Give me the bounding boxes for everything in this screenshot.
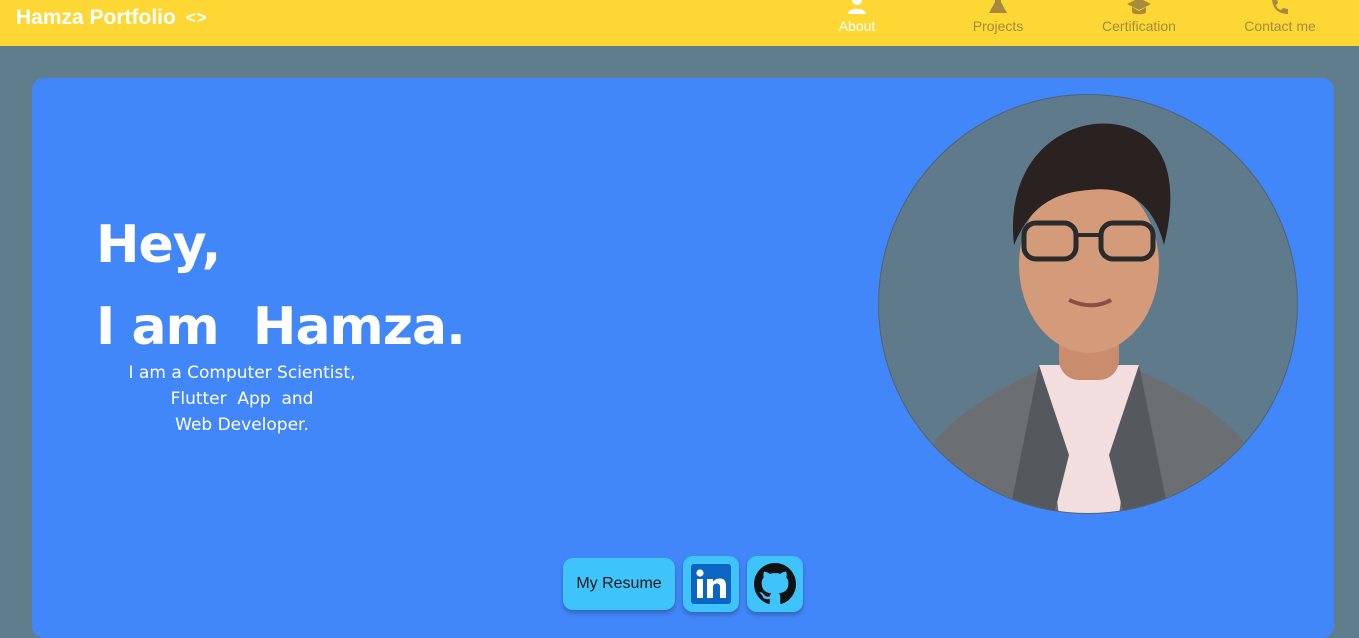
github-icon	[754, 563, 796, 604]
nav-contact[interactable]: Contact me	[1220, 0, 1340, 46]
hero-actions: My Resume	[563, 556, 803, 612]
nav-about-label: About	[838, 18, 876, 34]
hero-line-hey: Hey,	[96, 215, 221, 275]
nav-contact-label: Contact me	[1244, 18, 1316, 34]
my-resume-button[interactable]: My Resume	[563, 558, 675, 610]
phone-icon	[1272, 0, 1288, 14]
github-button[interactable]	[747, 556, 803, 612]
nav-certification-label: Certification	[1102, 18, 1176, 34]
app-bar: Hamza Portfolio <> About Projects Certif…	[0, 0, 1359, 46]
linkedin-button[interactable]	[683, 556, 739, 612]
brand-title: Hamza Portfolio	[16, 6, 176, 29]
code-icon: <>	[185, 8, 208, 27]
graduation-cap-icon	[1127, 0, 1151, 15]
hero-heading: Hey, I am Hamza.	[96, 204, 466, 368]
hero-card: Hey, I am Hamza. I am a Computer Scienti…	[32, 78, 1334, 638]
tagline-line-1: I am a Computer Scientist,	[128, 363, 356, 383]
person-icon	[848, 0, 866, 14]
nav-certification[interactable]: Certification	[1079, 0, 1199, 46]
profile-photo-illustration	[899, 123, 1279, 513]
nav-about[interactable]: About	[797, 0, 917, 46]
nav-projects[interactable]: Projects	[938, 0, 1058, 46]
linkedin-icon	[691, 564, 731, 604]
profile-photo	[878, 94, 1298, 514]
hero-tagline: I am a Computer Scientist, Flutter App a…	[112, 360, 372, 438]
tagline-line-3: Web Developer.	[175, 415, 309, 435]
nav-projects-label: Projects	[972, 18, 1024, 34]
tagline-line-2: Flutter App and	[170, 389, 314, 409]
hero-line-name: I am Hamza.	[96, 297, 466, 357]
flask-icon	[989, 0, 1007, 13]
brand[interactable]: Hamza Portfolio <>	[16, 6, 208, 30]
